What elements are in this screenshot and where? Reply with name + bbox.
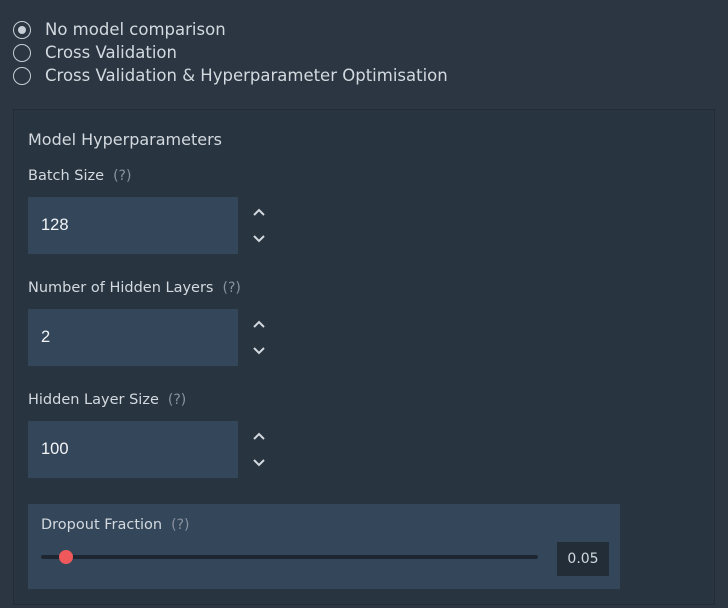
- radio-no-model-comparison[interactable]: No model comparison: [13, 18, 448, 41]
- hidden-layers-label-text: Number of Hidden Layers: [28, 280, 214, 296]
- batch-size-input[interactable]: 128: [28, 197, 238, 254]
- hidden-layer-size-help-icon[interactable]: (?): [168, 392, 186, 408]
- hidden-layers-decrement-button[interactable]: [248, 340, 270, 362]
- batch-size-label-text: Batch Size: [28, 168, 105, 184]
- batch-size-help-icon[interactable]: (?): [113, 168, 131, 184]
- hidden-layer-size-decrement-button[interactable]: [248, 452, 270, 474]
- radio-circle-icon[interactable]: [13, 20, 31, 39]
- batch-size-stepper: [248, 197, 270, 254]
- chevron-up-icon: [253, 320, 265, 328]
- hidden-layers-increment-button[interactable]: [248, 313, 270, 335]
- hidden-layers-input[interactable]: 2: [28, 309, 238, 366]
- radio-label: Cross Validation: [45, 43, 177, 62]
- radio-label: Cross Validation & Hyperparameter Optimi…: [45, 66, 448, 85]
- dropout-label-text: Dropout Fraction: [41, 517, 163, 533]
- radio-selected-dot-icon: [18, 25, 26, 34]
- dropout-help-icon[interactable]: (?): [171, 517, 189, 533]
- dropout-label: Dropout Fraction (?): [41, 517, 189, 533]
- hidden-layer-size-increment-button[interactable]: [248, 425, 270, 447]
- dropout-slider-card: Dropout Fraction (?) 0.05: [28, 504, 620, 589]
- hidden-layers-help-icon[interactable]: (?): [222, 280, 240, 296]
- hidden-layer-size-label: Hidden Layer Size (?): [28, 392, 186, 408]
- chevron-up-icon: [253, 208, 265, 216]
- radio-cross-validation[interactable]: Cross Validation: [13, 41, 448, 64]
- dropout-value-display: 0.05: [557, 542, 609, 576]
- radio-circle-icon[interactable]: [13, 66, 31, 85]
- radio-circle-icon[interactable]: [13, 43, 31, 62]
- batch-size-label: Batch Size (?): [28, 168, 131, 184]
- radio-label: No model comparison: [45, 20, 226, 39]
- hidden-layer-size-label-text: Hidden Layer Size: [28, 392, 159, 408]
- chevron-up-icon: [253, 432, 265, 440]
- dropout-slider-track[interactable]: [41, 550, 538, 564]
- panel-title: Model Hyperparameters: [28, 130, 223, 149]
- hidden-layer-size-stepper: [248, 421, 270, 478]
- model-settings-page: No model comparison Cross Validation Cro…: [0, 0, 728, 608]
- batch-size-increment-button[interactable]: [248, 201, 270, 223]
- chevron-down-icon: [253, 459, 265, 467]
- batch-size-decrement-button[interactable]: [248, 228, 270, 250]
- hidden-layers-label: Number of Hidden Layers (?): [28, 280, 241, 296]
- chevron-down-icon: [253, 347, 265, 355]
- hidden-layer-size-input[interactable]: 100: [28, 421, 238, 478]
- hyperparameters-panel: Model Hyperparameters Batch Size (?) 128…: [13, 109, 715, 605]
- dropout-slider-thumb[interactable]: [58, 550, 73, 564]
- radio-cross-validation-hyperparameter-optimisation[interactable]: Cross Validation & Hyperparameter Optimi…: [13, 64, 448, 87]
- model-comparison-radio-group: No model comparison Cross Validation Cro…: [13, 18, 448, 87]
- chevron-down-icon: [253, 235, 265, 243]
- hidden-layers-stepper: [248, 309, 270, 366]
